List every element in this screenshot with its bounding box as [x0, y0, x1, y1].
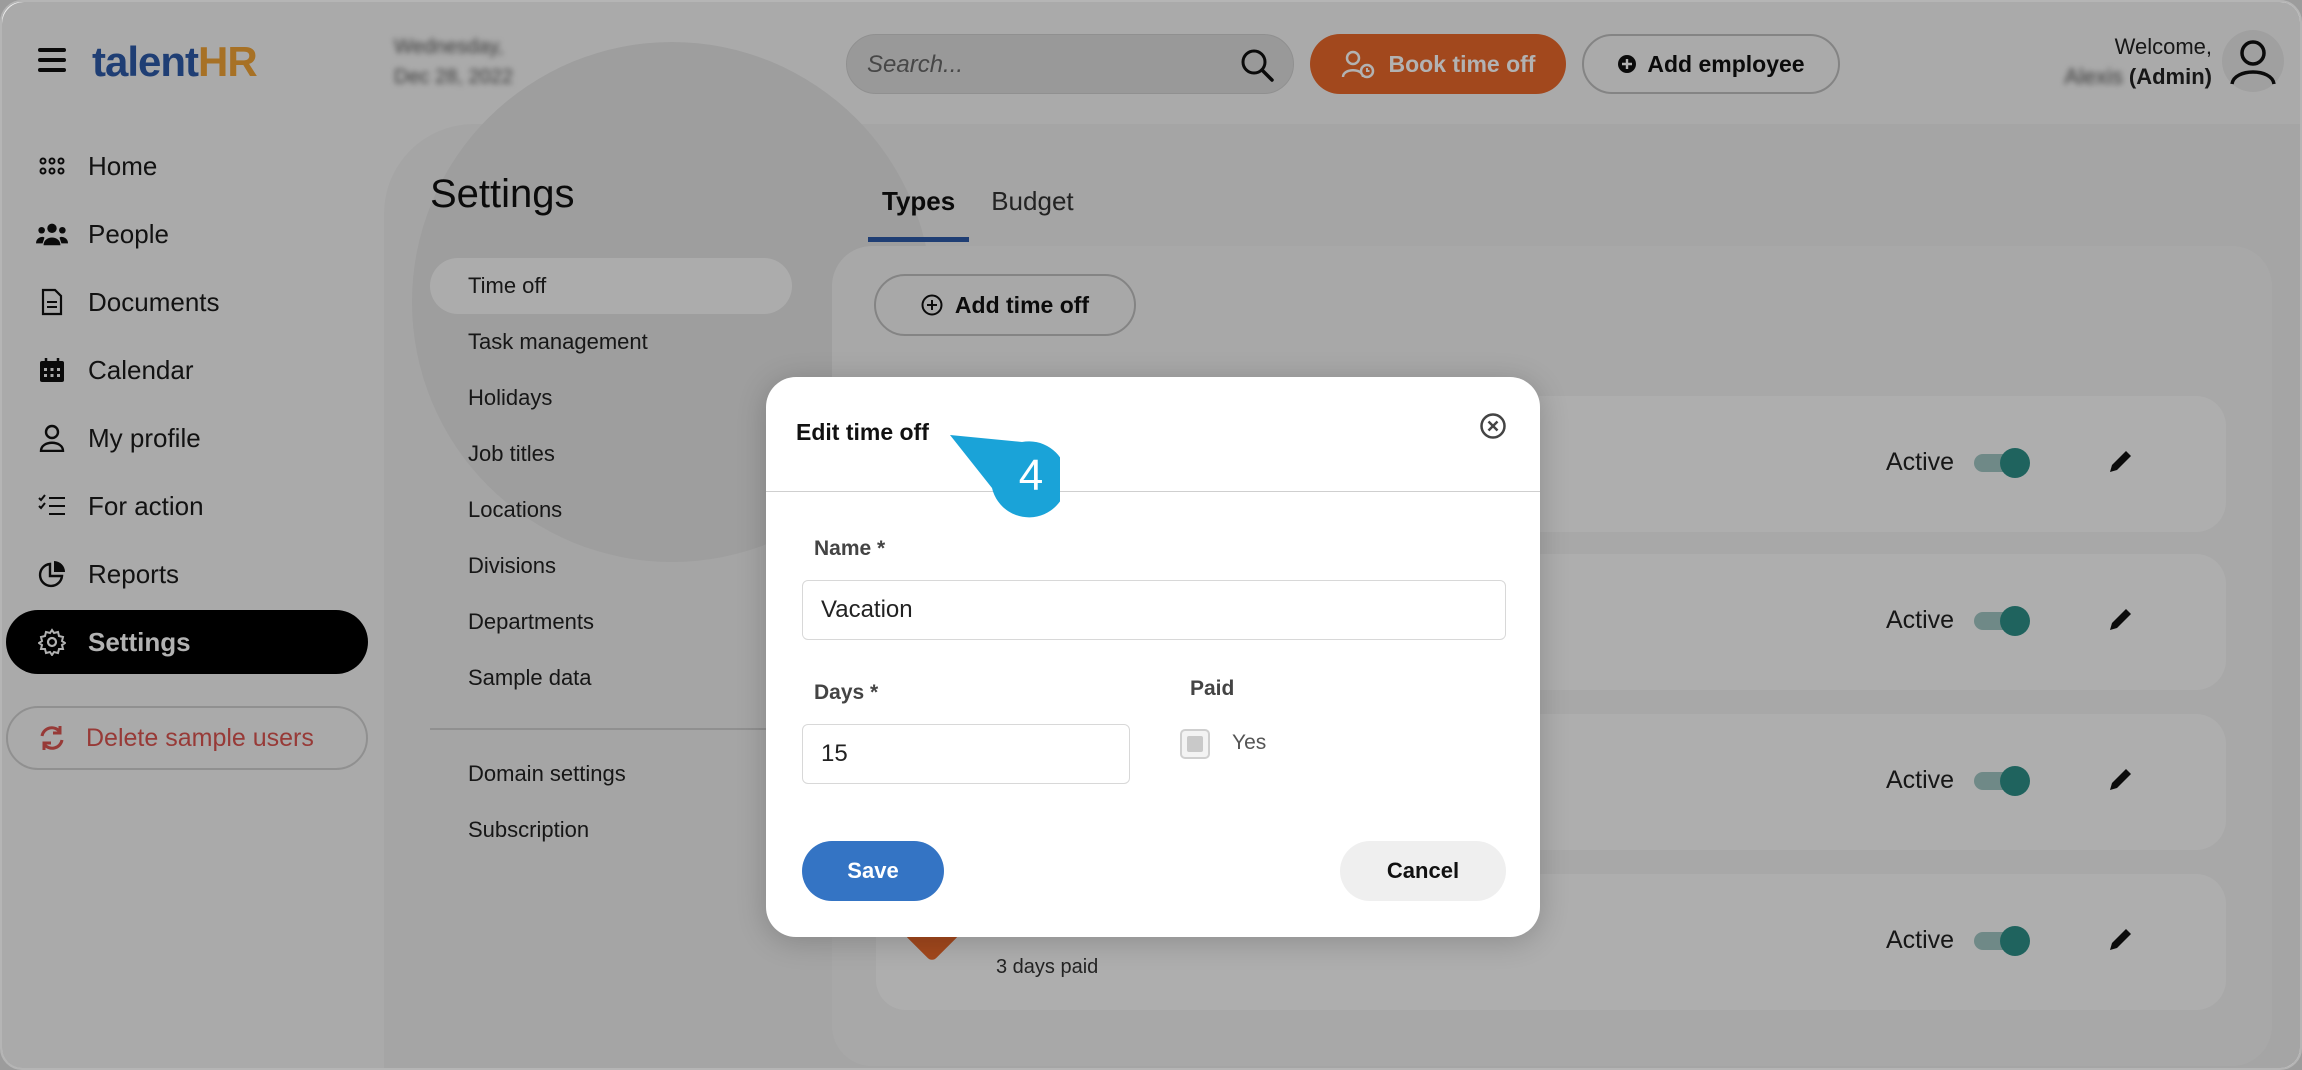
days-field[interactable] [802, 724, 1130, 784]
paid-label: Paid [1190, 677, 1235, 700]
paid-checkbox[interactable] [1180, 729, 1210, 759]
close-icon[interactable] [1478, 411, 1508, 441]
days-label: Days * [814, 681, 879, 704]
cancel-button[interactable]: Cancel [1340, 841, 1506, 901]
save-button[interactable]: Save [802, 841, 944, 901]
edit-time-off-dialog: Edit time off Name * Days * Paid Yes Sav… [766, 377, 1540, 937]
dialog-divider [766, 491, 1540, 492]
app-window: talentHR Wednesday, Dec 28, 2022 Book ti… [0, 0, 2302, 1070]
step-number: 4 [1018, 451, 1044, 500]
paid-yes-label: Yes [1232, 731, 1267, 754]
name-label: Name * [814, 537, 886, 560]
name-field[interactable] [802, 580, 1506, 640]
dialog-title: Edit time off [796, 419, 929, 445]
